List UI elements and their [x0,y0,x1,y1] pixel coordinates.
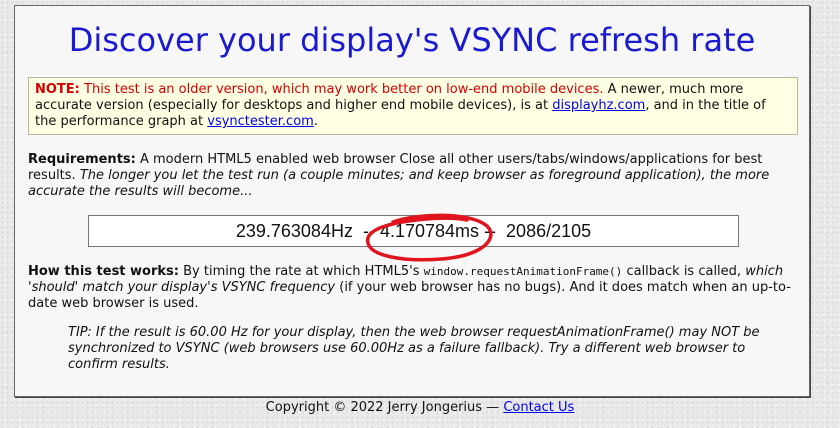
how-code: window.requestAnimationFrame() [423,265,623,278]
result-frames: 2086/2105 [506,221,592,241]
displayhz-link[interactable]: displayhz.com [552,98,645,113]
result-ms: 4.170784ms [379,221,480,241]
tip-text: TIP: If the result is 60.00 Hz for your … [68,325,760,372]
note-box: NOTE: This test is an older version, whi… [28,77,798,135]
note-label: NOTE: [35,82,80,97]
requirements-section: Requirements: A modern HTML5 enabled web… [28,152,800,200]
requirements-italic-text: The longer you let the test run (a coupl… [28,168,770,199]
copyright-text: Copyright © 2022 Jerry Jongerius — [265,400,500,415]
how-label: How this test works: [28,264,179,279]
result-separator-2: -- [479,221,507,241]
requirements-label: Requirements: [28,152,136,167]
note-text-3: . [313,114,318,129]
result-separator-1: -- [352,221,380,241]
footer: Copyright © 2022 Jerry Jongerius — Conta… [0,400,840,416]
main-panel: Discover your display's VSYNC refresh ra… [14,5,810,397]
how-text-2: callback is called, [626,264,742,279]
page-title: Discover your display's VSYNC refresh ra… [68,21,756,59]
vsynctester-link[interactable]: vsynctester.com [207,114,314,129]
how-it-works-section: How this test works: By timing the rate … [28,264,800,312]
note-warning-text: This test is an older version, which may… [84,82,604,97]
contact-us-link[interactable]: Contact Us [503,400,574,415]
result-display: 239.763084Hz -- 4.170784ms -- 2086/2105 [88,215,739,247]
how-text-1: By timing the rate at which HTML5's [183,264,420,279]
result-hz: 239.763084Hz [235,221,353,241]
